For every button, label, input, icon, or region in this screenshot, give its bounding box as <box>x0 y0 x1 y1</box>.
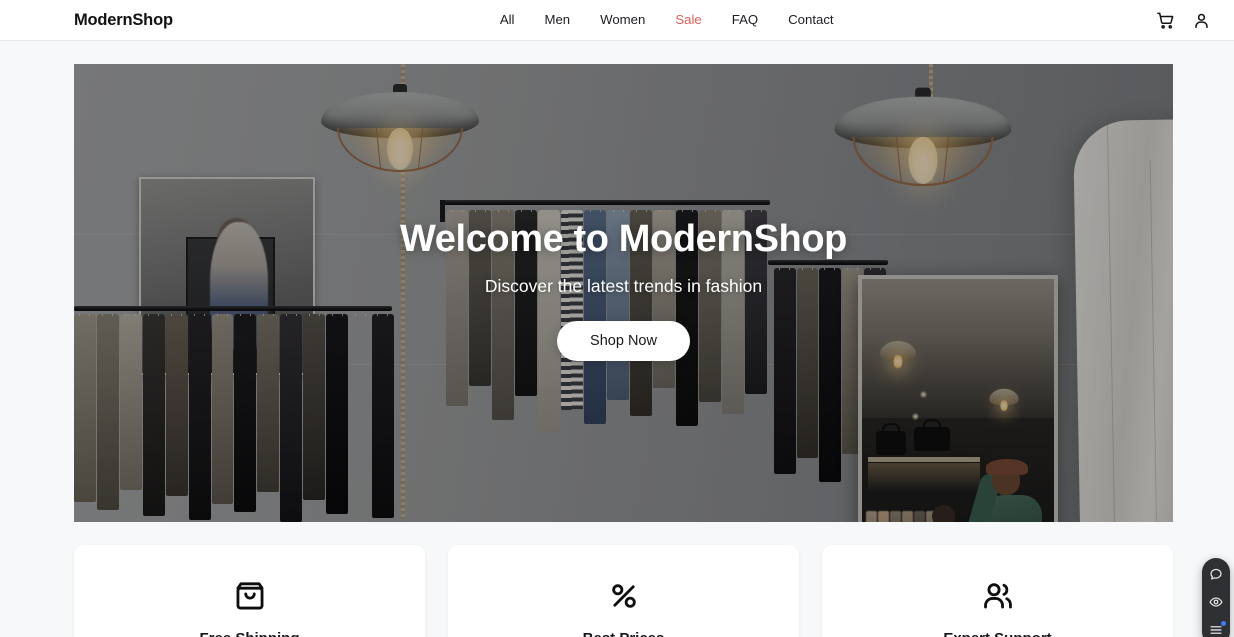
users-icon <box>842 576 1153 616</box>
feature-title: Expert Support <box>842 630 1153 637</box>
feature-cards: Free Shipping On orders over $50 Best Pr… <box>74 545 1173 637</box>
feature-title: Free Shipping <box>94 630 405 637</box>
feature-card-best-prices[interactable]: Best Prices Guaranteed low prices <box>448 545 799 637</box>
chat-bubble-icon[interactable] <box>1207 565 1225 583</box>
nav-item-faq[interactable]: FAQ <box>732 13 758 26</box>
brand-logo[interactable]: ModernShop <box>74 11 173 30</box>
hero-content: Welcome to ModernShop Discover the lates… <box>74 64 1173 522</box>
feature-card-free-shipping[interactable]: Free Shipping On orders over $50 <box>74 545 425 637</box>
percent-icon <box>468 576 779 616</box>
hero-title: Welcome to ModernShop <box>400 218 847 261</box>
list-icon[interactable] <box>1207 621 1226 637</box>
nav-item-sale[interactable]: Sale <box>675 13 701 26</box>
nav-item-contact[interactable]: Contact <box>788 13 833 26</box>
main-navigation: All Men Women Sale FAQ Contact <box>500 13 834 26</box>
hero-subtitle: Discover the latest trends in fashion <box>484 275 763 296</box>
feature-card-expert-support[interactable]: Expert Support 24/7 customer service <box>822 545 1173 637</box>
floating-toolbar <box>1202 558 1230 637</box>
user-account-icon[interactable] <box>1190 9 1212 31</box>
hero-banner: Welcome to ModernShop Discover the lates… <box>74 64 1173 522</box>
shopping-cart-icon[interactable] <box>1154 9 1176 31</box>
notification-badge <box>1221 621 1226 626</box>
shop-now-button[interactable]: Shop Now <box>557 320 690 361</box>
site-header: ModernShop All Men Women Sale FAQ Contac… <box>0 0 1234 41</box>
nav-item-all[interactable]: All <box>500 13 515 26</box>
header-actions <box>1154 9 1212 31</box>
feature-title: Best Prices <box>468 630 779 637</box>
nav-item-men[interactable]: Men <box>544 13 570 26</box>
shopping-bag-icon <box>94 576 405 616</box>
nav-item-women[interactable]: Women <box>600 13 645 26</box>
eye-icon[interactable] <box>1207 593 1225 611</box>
